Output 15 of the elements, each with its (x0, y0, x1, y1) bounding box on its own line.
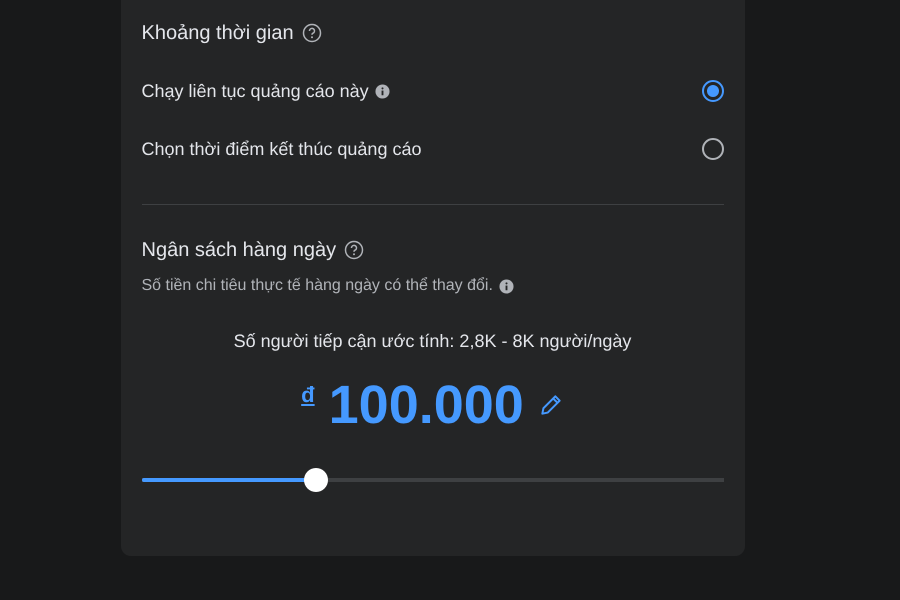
section-title: Ngân sách hàng ngày (142, 238, 336, 262)
radio-button[interactable] (702, 80, 724, 102)
info-icon[interactable] (374, 84, 390, 98)
section-title: Khoảng thời gian (142, 22, 294, 44)
option-label: Chọn thời điểm kết thúc quảng cáo (142, 138, 422, 160)
budget-note: Số tiền chi tiêu thực tế hàng ngày có thể thay đổi. (142, 277, 493, 295)
currency-symbol: đ (301, 382, 315, 408)
option-label: Chạy liên tục quảng cáo này (142, 80, 369, 102)
info-icon[interactable] (498, 278, 514, 294)
slider-thumb[interactable] (304, 468, 328, 492)
reach-estimate: Số người tiếp cận ước tính: 2,8K - 8K người/ngày (232, 331, 632, 352)
help-icon[interactable] (344, 240, 364, 260)
budget-amount: 100.000 (328, 374, 524, 436)
help-icon[interactable] (302, 23, 322, 43)
radio-button[interactable] (702, 138, 724, 160)
